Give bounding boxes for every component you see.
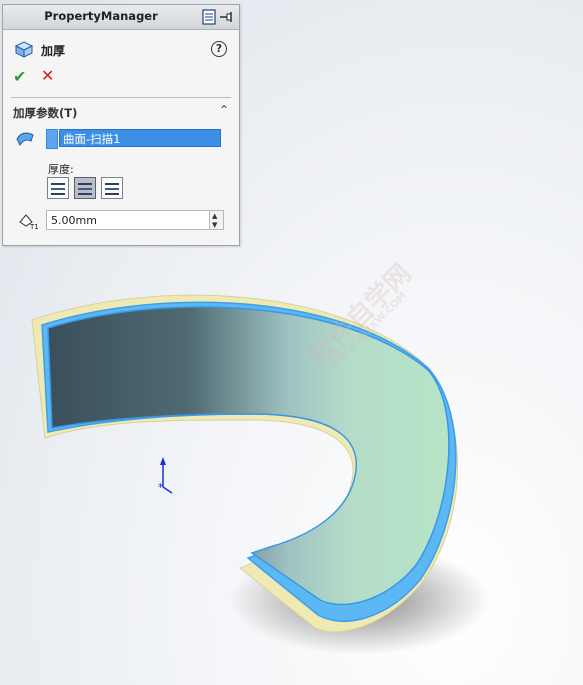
ok-button[interactable]: ✔ (13, 67, 26, 86)
reference-triad-icon: * (158, 457, 173, 494)
watermark: 软件自学网 WWW.RJZXW.COM (300, 255, 430, 385)
thicken-feature-icon (14, 41, 34, 58)
spin-up-icon[interactable]: ▲ (212, 212, 217, 220)
section-divider (11, 97, 231, 98)
panel-title: PropertyManager (44, 9, 158, 23)
thickness-input[interactable]: 5.00mm (46, 210, 210, 230)
surface-selection-icon (16, 132, 34, 147)
selected-surface[interactable]: 曲面-扫描1 (63, 131, 120, 147)
spin-down-icon[interactable]: ▼ (212, 221, 217, 229)
feature-header: 加厚 ? (13, 39, 233, 61)
group-title[interactable]: 加厚参数(T) (13, 105, 77, 121)
help-icon[interactable]: ? (211, 41, 227, 57)
svg-text:*: * (158, 481, 164, 494)
thickness-spinner[interactable]: ▲ ▼ (210, 210, 224, 230)
expand-panel-icon[interactable] (201, 9, 217, 25)
pin-icon[interactable] (219, 9, 235, 25)
thicken-side1-button[interactable] (47, 177, 69, 199)
thickness-distance-icon: T1 (19, 214, 39, 230)
thicken-both-sides-button[interactable] (74, 177, 96, 199)
property-manager-panel: PropertyManager 加厚 ? ✔ ✕ 加厚参数(T) ⌃ 曲面-扫描… (2, 4, 240, 246)
thicken-side2-button[interactable] (101, 177, 123, 199)
svg-text:T1: T1 (29, 223, 39, 230)
collapse-chevron-icon[interactable]: ⌃ (219, 103, 229, 117)
thickness-label: 厚度: (48, 163, 74, 176)
face-selection-box[interactable]: 曲面-扫描1 (59, 129, 221, 147)
panel-titlebar: PropertyManager (3, 5, 239, 30)
feature-name: 加厚 (41, 44, 66, 58)
watermark-text: 软件自学网 (304, 258, 418, 372)
cancel-button[interactable]: ✕ (41, 66, 54, 85)
selection-color-swatch (46, 129, 58, 149)
